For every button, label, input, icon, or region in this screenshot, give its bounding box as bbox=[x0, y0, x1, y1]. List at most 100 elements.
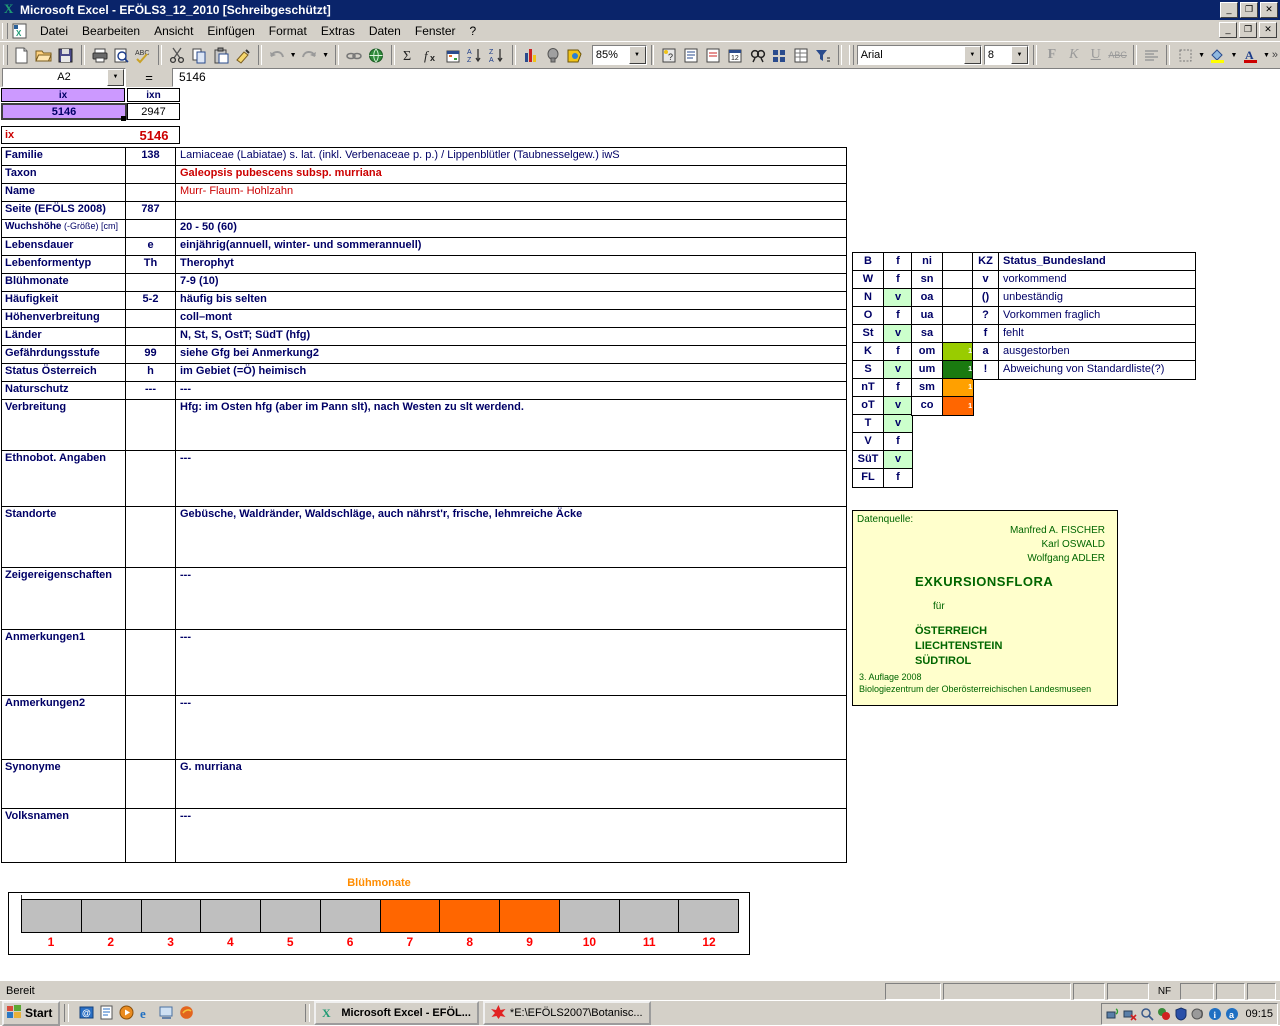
hyperlink-icon[interactable] bbox=[343, 44, 365, 66]
sort-asc-icon[interactable]: AZ bbox=[464, 44, 486, 66]
doc-minimize-button[interactable]: _ bbox=[1219, 22, 1237, 38]
acrobat-icon[interactable]: a bbox=[1225, 1007, 1239, 1021]
font-color-icon[interactable]: A bbox=[1239, 44, 1261, 66]
find-icon[interactable] bbox=[746, 44, 768, 66]
menu-item-bearbeiten[interactable]: Bearbeiten bbox=[75, 22, 147, 40]
spellcheck-icon[interactable]: ABC bbox=[132, 44, 154, 66]
table-row[interactable]: Naturschutz --- --- bbox=[2, 382, 846, 400]
new-icon[interactable] bbox=[11, 44, 33, 66]
zoom-combo[interactable]: 85% ▼ bbox=[591, 45, 647, 65]
volume-icon[interactable] bbox=[1191, 1007, 1205, 1021]
italic-button[interactable]: K bbox=[1063, 44, 1085, 66]
show-desktop-icon[interactable] bbox=[159, 1005, 175, 1021]
filter-icon[interactable] bbox=[812, 44, 834, 66]
outlook-icon[interactable]: @ bbox=[79, 1005, 95, 1021]
table-row[interactable]: Taxon Galeopsis pubescens subsp. murriana bbox=[2, 166, 846, 184]
network-disconnected-icon[interactable] bbox=[1123, 1007, 1138, 1021]
copy-icon[interactable] bbox=[188, 44, 210, 66]
calendar-icon[interactable]: 12 bbox=[724, 44, 746, 66]
font-size-dropdown-icon[interactable]: ▼ bbox=[1010, 46, 1028, 64]
undo-icon[interactable] bbox=[266, 44, 288, 66]
function-icon[interactable]: fx bbox=[420, 44, 442, 66]
taskbar-item-excel[interactable]: X Microsoft Excel - EFÖL... bbox=[314, 1001, 479, 1025]
web-toolbar-icon[interactable] bbox=[365, 44, 387, 66]
firefox-icon[interactable] bbox=[179, 1005, 195, 1021]
close-button[interactable]: ✕ bbox=[1260, 2, 1278, 18]
info-icon[interactable]: i bbox=[1208, 1007, 1222, 1021]
drawing-icon[interactable] bbox=[542, 44, 564, 66]
table-row[interactable]: Standorte Gebüsche, Waldränder, Waldschlä… bbox=[2, 507, 846, 568]
menu-item-ansicht[interactable]: Ansicht bbox=[147, 22, 200, 40]
autosum-icon[interactable]: Σ bbox=[399, 44, 421, 66]
worksheet-area[interactable]: ix ixn 5146 2947 ix 5146 Familie 138 Lamia… bbox=[0, 87, 1280, 980]
menu-item-format[interactable]: Format bbox=[262, 22, 314, 40]
toolbar-grip-2[interactable] bbox=[848, 45, 854, 65]
security-shield-icon[interactable] bbox=[1174, 1007, 1188, 1021]
search-icon[interactable] bbox=[1140, 1007, 1155, 1021]
table-row[interactable]: Verbreitung Hfg: im Osten hfg (aber im Pa… bbox=[2, 400, 846, 451]
table-row[interactable]: Blühmonate 7-9 (10) bbox=[2, 274, 846, 292]
selected-cell-a2[interactable]: 5146 bbox=[1, 103, 127, 120]
table-row[interactable]: Anmerkungen2 --- bbox=[2, 696, 846, 760]
antivirus-icon[interactable] bbox=[1157, 1007, 1171, 1021]
table-row[interactable]: Häufigkeit 5-2 häufig bis selten bbox=[2, 292, 846, 310]
minimize-button[interactable]: _ bbox=[1220, 2, 1238, 18]
save-icon[interactable] bbox=[55, 44, 77, 66]
borders-icon[interactable] bbox=[1174, 44, 1196, 66]
help-icon[interactable]: ? bbox=[658, 44, 680, 66]
name-box[interactable]: A2 ▼ bbox=[2, 67, 126, 87]
paste-icon[interactable] bbox=[210, 44, 232, 66]
borders-dropdown-icon[interactable]: ▼ bbox=[1196, 44, 1207, 66]
zoom-dropdown-icon[interactable]: ▼ bbox=[628, 46, 646, 64]
merge-cells-icon[interactable] bbox=[768, 44, 790, 66]
form-icon[interactable] bbox=[702, 44, 724, 66]
fill-handle[interactable] bbox=[121, 116, 126, 121]
print-preview-icon[interactable] bbox=[111, 44, 133, 66]
name-box-dropdown-icon[interactable]: ▼ bbox=[107, 68, 124, 86]
table-row[interactable]: Status Österreich h im Gebiet (=Ö) heimisc… bbox=[2, 364, 846, 382]
print-icon[interactable] bbox=[89, 44, 111, 66]
font-size-combo[interactable]: 8 ▼ bbox=[983, 45, 1029, 65]
clock[interactable]: 09:15 bbox=[1245, 1008, 1273, 1020]
underline-button[interactable]: U bbox=[1085, 44, 1107, 66]
table-row[interactable]: Lebenformentyp Th Therophyt bbox=[2, 256, 846, 274]
menu-item-daten[interactable]: Daten bbox=[362, 22, 408, 40]
strikethrough-button[interactable]: ABC bbox=[1107, 44, 1129, 66]
cell-b2-ixn[interactable]: 2947 bbox=[127, 103, 180, 120]
fill-color-icon[interactable] bbox=[1207, 44, 1229, 66]
table-row[interactable]: Anmerkungen1 --- bbox=[2, 630, 846, 696]
menu-item-help[interactable]: ? bbox=[463, 22, 484, 40]
table-row[interactable]: Seite (EFÖLS 2008) 787 bbox=[2, 202, 846, 220]
table-row[interactable]: Höhenverbreitung coll–mont bbox=[2, 310, 846, 328]
table-row[interactable]: Länder N, St, S, OstT; SüdT (hfg) bbox=[2, 328, 846, 346]
fill-color-dropdown-icon[interactable]: ▼ bbox=[1229, 44, 1240, 66]
taskbar-item-file[interactable]: *E:\EFÖLS2007\Botanisc... bbox=[482, 1001, 651, 1025]
sort-desc-icon[interactable]: ZA bbox=[486, 44, 508, 66]
font-color-dropdown-icon[interactable]: ▼ bbox=[1261, 44, 1272, 66]
format-painter-icon[interactable] bbox=[232, 44, 254, 66]
doc-restore-button[interactable]: ❐ bbox=[1239, 22, 1257, 38]
toolbar-grip-1[interactable] bbox=[3, 45, 8, 65]
internet-explorer-icon[interactable]: e bbox=[139, 1005, 155, 1021]
menu-item-datei[interactable]: Datei bbox=[33, 22, 75, 40]
font-name-dropdown-icon[interactable]: ▼ bbox=[963, 46, 981, 64]
restore-button[interactable]: ❐ bbox=[1240, 2, 1258, 18]
notepad-icon[interactable] bbox=[99, 1005, 115, 1021]
table-row[interactable]: Gefährdungsstufe 99 siehe Gfg bei Anmerkun… bbox=[2, 346, 846, 364]
grid-icon[interactable] bbox=[790, 44, 812, 66]
menu-grip[interactable] bbox=[2, 22, 8, 39]
doc-close-button[interactable]: ✕ bbox=[1259, 22, 1277, 38]
table-row[interactable]: Familie 138 Lamiaceae (Labiatae) s. lat. (… bbox=[2, 148, 846, 166]
toolbar-overflow-icon[interactable]: » bbox=[1272, 49, 1278, 61]
menu-item-fenster[interactable]: Fenster bbox=[408, 22, 463, 40]
table-row[interactable]: Wuchshöhe (-Größe) [cm] 20 - 50 (60) bbox=[2, 220, 846, 238]
redo-dropdown-icon[interactable]: ▼ bbox=[320, 44, 331, 66]
network-icon[interactable] bbox=[1106, 1007, 1120, 1021]
table-row[interactable]: Zeigereigenschaften --- bbox=[2, 568, 846, 630]
undo-dropdown-icon[interactable]: ▼ bbox=[288, 44, 299, 66]
table-row[interactable]: Synonyme G. murriana bbox=[2, 760, 846, 809]
menu-item-extras[interactable]: Extras bbox=[314, 22, 362, 40]
map-icon[interactable] bbox=[564, 44, 586, 66]
formula-input[interactable]: 5146 bbox=[172, 67, 1280, 87]
open-icon[interactable] bbox=[33, 44, 55, 66]
